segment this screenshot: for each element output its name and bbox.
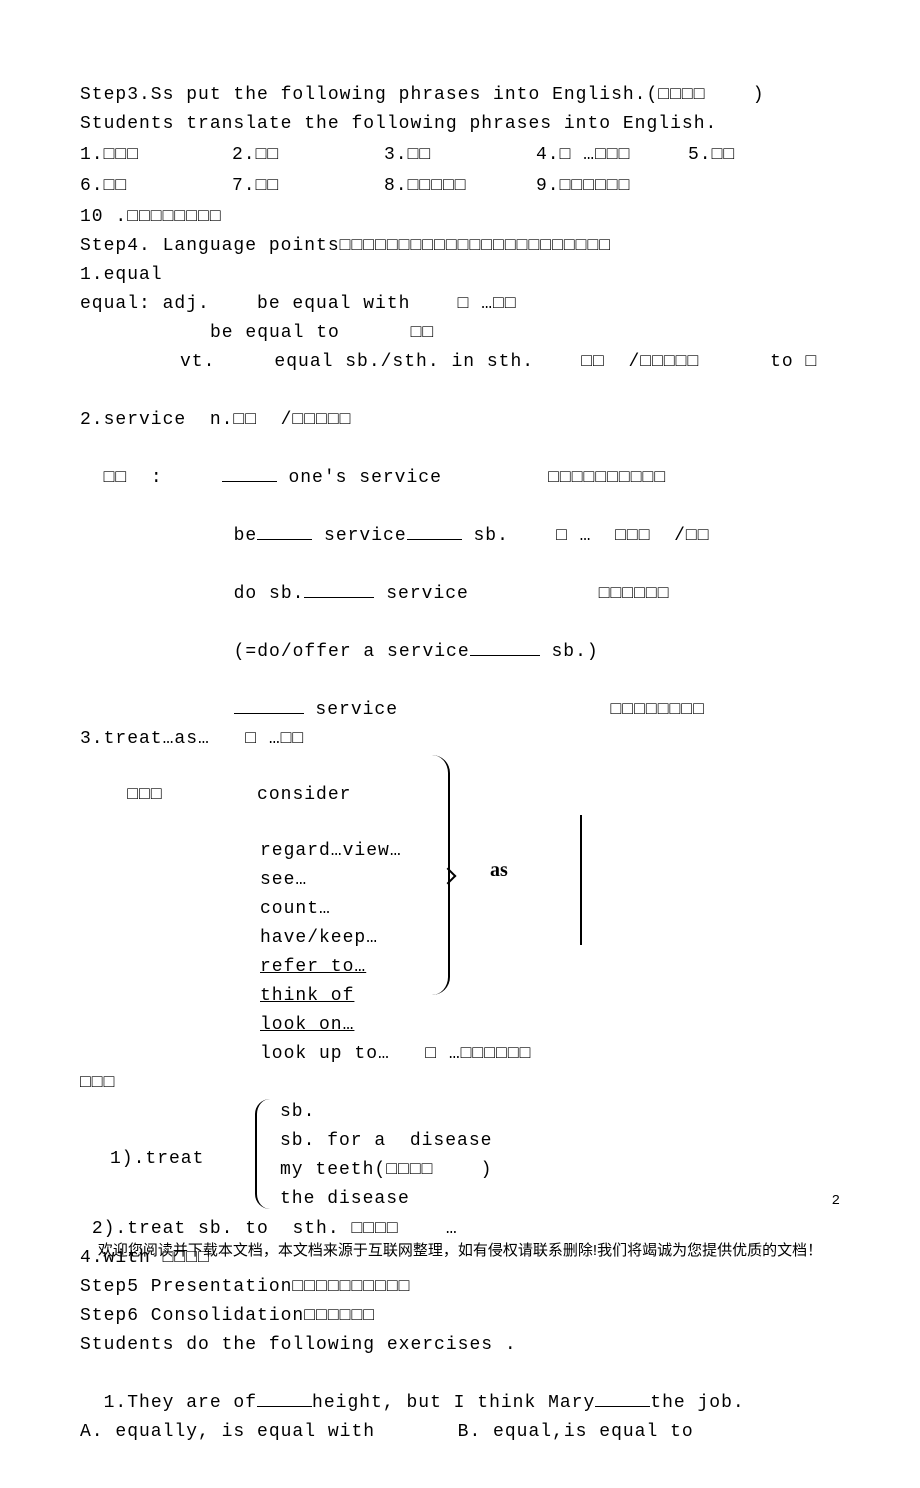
p2-l6: service □□□□□□□□ bbox=[80, 668, 840, 724]
text: refer to… bbox=[260, 957, 366, 977]
text: service bbox=[324, 526, 407, 546]
phrase-row-3: 10 .□□□□□□□□ bbox=[80, 204, 840, 231]
page-number: 2 bbox=[832, 1191, 840, 1212]
phrase-item: 7.□□ bbox=[232, 173, 384, 200]
blank-input[interactable] bbox=[222, 463, 277, 482]
p1-l2: equal: adj. be equal with □ …□□ bbox=[80, 291, 840, 318]
label: □□ : bbox=[104, 468, 163, 488]
step3-header: Step3.Ss put the following phrases into … bbox=[80, 82, 840, 138]
text: be bbox=[234, 526, 258, 546]
synonym-item: have/keep… bbox=[80, 925, 840, 952]
footer-text: 欢迎您阅读并下载本文档，本文档来源于互联网整理，如有侵权请联系删除!我们将竭诚为… bbox=[0, 1240, 920, 1263]
treat-label: 1).treat bbox=[110, 1146, 204, 1173]
text: look on… bbox=[260, 1015, 354, 1035]
treat-brace-block: 1).treat sb. sb. for a disease my teeth(… bbox=[80, 1099, 840, 1214]
p1-l1: 1.equal bbox=[80, 262, 840, 289]
text: sb.) bbox=[551, 642, 598, 662]
phrase-row-2: 6.□□ 7.□□ 8.□□□□□ 9.□□□□□□ bbox=[80, 171, 840, 202]
ext-label: □□□ bbox=[127, 785, 162, 805]
blank-input[interactable] bbox=[257, 1388, 312, 1407]
step3-title-a: Step3.Ss put the following phrases into … bbox=[80, 82, 840, 109]
synonym-item: refer to… bbox=[80, 954, 840, 981]
p1-l4: vt. equal sb./sth. in sth. □□ /□□□□□ to … bbox=[80, 349, 840, 376]
synonym-item: think of bbox=[80, 983, 840, 1010]
text: service bbox=[386, 584, 469, 604]
ext-label-row: □□□ consider bbox=[80, 755, 840, 836]
text: one's service bbox=[288, 468, 441, 488]
synonym-item: see… bbox=[80, 867, 840, 894]
phrase-item: 1.□□□ bbox=[80, 142, 232, 169]
blank-input[interactable] bbox=[257, 521, 312, 540]
phrase-item: 5.□□ bbox=[688, 142, 840, 169]
synonym-brace-block: □□□ consider regard…view… see… count… ha… bbox=[80, 755, 840, 1068]
exercise-intro: Students do the following exercises . bbox=[80, 1332, 840, 1359]
synonym-item: regard…view… bbox=[80, 838, 840, 865]
blank-input[interactable] bbox=[407, 521, 462, 540]
synonym-item: look up to… □ …□□□□□□ bbox=[80, 1041, 840, 1068]
phrase-item bbox=[688, 173, 840, 200]
step6: Step6 Consolidation□□□□□□ bbox=[80, 1303, 840, 1330]
vertical-bar-icon bbox=[580, 815, 582, 945]
exercise-opts: A. equally, is equal with B. equal,is eq… bbox=[80, 1419, 840, 1446]
phrase-item: 3.□□ bbox=[384, 142, 536, 169]
text: □□□□□□□□ bbox=[610, 700, 704, 720]
text: height, but I think Mary bbox=[312, 1393, 595, 1413]
blank-input[interactable] bbox=[234, 695, 304, 714]
text: □□□□□□ bbox=[599, 584, 670, 604]
step5: Step5 Presentation□□□□□□□□□□ bbox=[80, 1274, 840, 1301]
text: the job. bbox=[650, 1393, 744, 1413]
text: do sb. bbox=[234, 584, 305, 604]
right-brace-icon bbox=[430, 755, 450, 995]
synonym-item: count… bbox=[80, 896, 840, 923]
step3-title-b: Students translate the following phrases… bbox=[80, 111, 840, 138]
ext-label-2: □□□ bbox=[80, 1070, 840, 1097]
text: 1.They are of bbox=[104, 1393, 257, 1413]
text: think of bbox=[260, 986, 354, 1006]
phrase-item: 9.□□□□□□ bbox=[536, 173, 688, 200]
p2-l5: (=do/offer a service sb.) bbox=[80, 610, 840, 666]
phrase-item: 6.□□ bbox=[80, 173, 232, 200]
p3-l1: 3.treat…as… □ …□□ bbox=[80, 726, 840, 753]
text: sb. □ … □□□ /□□ bbox=[473, 526, 709, 546]
p2-l3: be service sb. □ … □□□ /□□ bbox=[80, 494, 840, 550]
text: 2).treat sb. to sth. □□□□ … bbox=[92, 1219, 458, 1239]
blank-input[interactable] bbox=[595, 1388, 650, 1407]
blank-line bbox=[80, 378, 840, 405]
blank-input[interactable] bbox=[470, 637, 540, 656]
treat-item: sb. bbox=[80, 1099, 840, 1126]
text: (=do/offer a service bbox=[234, 642, 470, 662]
p2-l1: 2.service n.□□ /□□□□□ bbox=[80, 407, 840, 434]
synonym-item: look on… bbox=[80, 1012, 840, 1039]
p2-l2: □□ : one's service □□□□□□□□□□ bbox=[80, 436, 840, 492]
phrase-item: 8.□□□□□ bbox=[384, 173, 536, 200]
blank-input[interactable] bbox=[304, 579, 374, 598]
text: □□□□□□□□□□ bbox=[548, 468, 666, 488]
phrase-item: 4.□ …□□□ bbox=[536, 142, 688, 169]
step4-title: Step4. Language points□□□□□□□□□□□□□□□□□□… bbox=[80, 233, 840, 260]
phrase-row-1: 1.□□□ 2.□□ 3.□□ 4.□ …□□□ 5.□□ bbox=[80, 140, 840, 171]
text: service bbox=[315, 700, 398, 720]
as-label: as bbox=[490, 855, 508, 885]
synonym-item: consider bbox=[257, 785, 351, 805]
left-brace-icon bbox=[255, 1099, 272, 1209]
p1-l3: be equal to □□ bbox=[80, 320, 840, 347]
phrase-item: 2.□□ bbox=[232, 142, 384, 169]
exercise-q1: 1.They are of height, but I think Mary the… bbox=[80, 1361, 840, 1417]
treat-item: the disease bbox=[80, 1186, 840, 1213]
p2-l4: do sb. service □□□□□□ bbox=[80, 552, 840, 608]
